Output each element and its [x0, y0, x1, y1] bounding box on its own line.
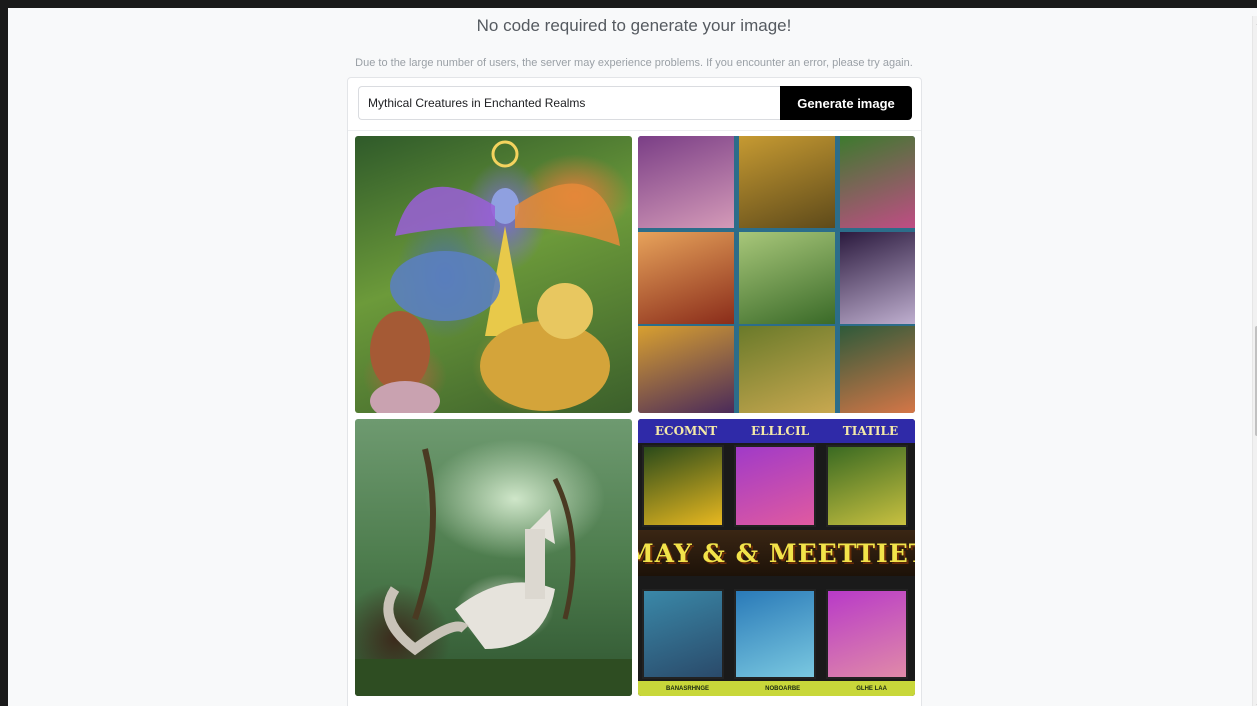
image-banner-text: AMAY & & MEETTIETS	[638, 530, 915, 576]
vertical-scrollbar[interactable]: ▲ ▼	[1252, 16, 1257, 706]
fairy-unicorn-artwork	[370, 140, 620, 413]
generate-image-button[interactable]: Generate image	[780, 86, 912, 120]
browser-viewport: No code required to generate your image!…	[0, 0, 1257, 706]
card-title-1: ECOMNT	[654, 424, 718, 438]
creature-thumb-8	[739, 326, 835, 413]
card-art-3	[826, 445, 908, 527]
generated-image-2[interactable]	[638, 136, 915, 413]
card-art-6	[826, 589, 908, 679]
prompt-input[interactable]	[358, 86, 780, 120]
generated-image-1[interactable]	[355, 136, 632, 413]
card-caption-strip: BANASRHNGE NOBOARBE GLHE LAA	[638, 681, 915, 696]
card-caption-2: NOBOARBE	[765, 685, 801, 692]
creature-thumb-1	[638, 136, 734, 228]
card-title-2: ELLLCIL	[750, 424, 810, 438]
card-art-2	[734, 445, 816, 527]
card-art-1	[642, 445, 724, 527]
creature-thumb-3	[840, 136, 915, 228]
card-art-4	[642, 589, 724, 679]
prompt-form: Generate image	[358, 86, 912, 120]
generated-image-3[interactable]	[355, 419, 632, 696]
scroll-down-icon[interactable]: ▼	[1253, 700, 1257, 706]
creature-thumb-5	[739, 232, 835, 324]
generated-image-4[interactable]: ECOMNT ELLLCIL TIATILE AMAY & & MEETTIET…	[638, 419, 915, 696]
card-title-strip: ECOMNT ELLLCIL TIATILE	[638, 419, 915, 443]
creature-thumb-7	[638, 326, 734, 413]
image-grid: ECOMNT ELLLCIL TIATILE AMAY & & MEETTIET…	[355, 136, 915, 698]
scroll-up-icon[interactable]: ▲	[1253, 16, 1257, 30]
page-title: No code required to generate your image!	[476, 16, 792, 35]
creature-thumb-2	[739, 136, 835, 228]
card-title-3: TIATILE	[842, 424, 899, 438]
card-caption-1: BANASRHNGE	[666, 685, 710, 692]
server-notice: Due to the large number of users, the se…	[355, 57, 913, 69]
generator-card: Generate image	[347, 77, 922, 706]
creature-thumb-9	[840, 326, 915, 413]
forest-creature-artwork	[355, 448, 632, 696]
creature-thumb-4	[638, 232, 734, 324]
card-divider	[348, 130, 921, 131]
card-art-5	[734, 589, 816, 679]
card-caption-3: GLHE LAA	[856, 685, 887, 692]
creature-thumb-6	[840, 232, 915, 324]
page: No code required to generate your image!…	[8, 8, 1244, 706]
